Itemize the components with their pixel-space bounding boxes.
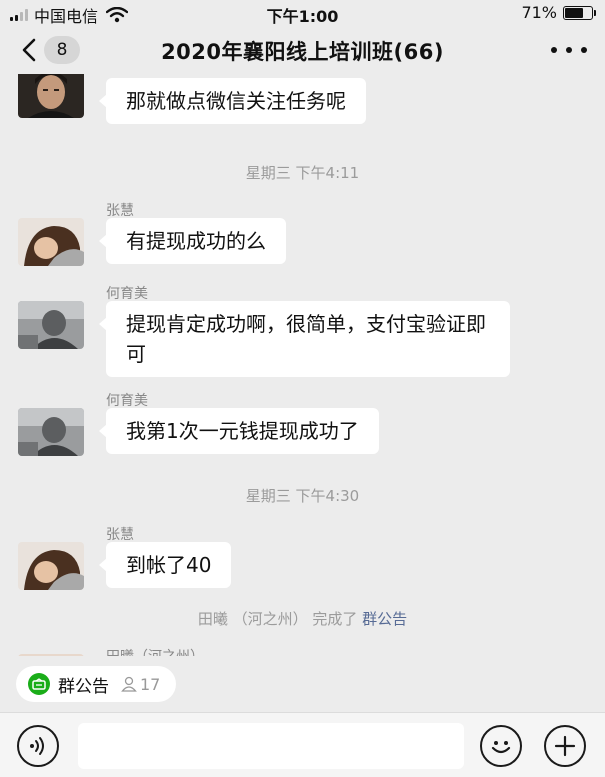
announcement-link[interactable]: 群公告	[362, 610, 407, 628]
message-bubble[interactable]: 我第1次一元钱提现成功了	[99, 408, 379, 454]
sender-name: 张慧	[106, 527, 134, 543]
smiley-icon	[491, 741, 511, 754]
message-bubble[interactable]: 到帐了40	[98, 542, 232, 588]
more-features-button[interactable]	[544, 725, 586, 767]
avatar-man-icon	[18, 74, 84, 118]
battery-icon	[563, 5, 596, 20]
battery-fill	[565, 7, 584, 18]
sender-name: 何育美	[106, 393, 148, 409]
nav-bar: 8 2020年襄阳线上培训班(66)	[0, 26, 605, 74]
avatar[interactable]	[18, 74, 84, 118]
sender-name: 何育美	[106, 286, 148, 302]
message-bubble[interactable]: 那就做点微信关注任务呢	[99, 78, 366, 124]
timestamp: 星期三 下午4:11	[245, 164, 360, 182]
avatar[interactable]	[18, 654, 84, 656]
battery-area: 71%	[521, 3, 596, 22]
avatar-grey-icon	[18, 301, 84, 349]
dot-icon	[551, 47, 557, 53]
plus-icon	[554, 735, 576, 757]
chat-title: 2020年襄阳线上培训班(66)	[161, 40, 444, 64]
announcement-icon	[28, 673, 50, 695]
avatar[interactable]	[18, 408, 84, 456]
avatar[interactable]	[18, 301, 84, 349]
avatar-woman-icon	[18, 542, 84, 590]
message-list[interactable]: 那就做点微信关注任务呢 星期三 下午4:11 张慧 有提现成功的么 何育美 提现…	[0, 74, 605, 656]
system-message: 田曦 （河之州） 完成了 群公告	[0, 608, 605, 629]
dot-icon	[581, 47, 587, 53]
avatar-woman-icon	[18, 218, 84, 266]
person-icon	[121, 676, 137, 692]
message-bubble[interactable]: 提现肯定成功啊，很简单，支付宝验证即可	[99, 301, 510, 377]
message-input[interactable]	[78, 723, 464, 769]
message-bubble[interactable]: 有提现成功的么	[99, 218, 286, 264]
group-announcement-chip[interactable]: 群公告 17	[16, 666, 177, 702]
timestamp: 星期三 下午4:30	[245, 487, 360, 505]
avatar-grey-icon	[18, 408, 84, 456]
system-message-text: 田曦 （河之州） 完成了	[197, 610, 358, 628]
sender-name: 田曦（河之州）	[106, 646, 204, 656]
battery-percent: 71%	[521, 3, 557, 22]
status-bar: 中国电信 下午1:00 71%	[0, 0, 605, 26]
more-options-button[interactable]	[551, 38, 587, 62]
member-count: 17	[140, 674, 161, 694]
emoji-button[interactable]	[480, 725, 522, 767]
voice-icon	[30, 737, 44, 755]
input-bar	[0, 712, 605, 777]
avatar[interactable]	[18, 218, 84, 266]
voice-button[interactable]	[17, 725, 59, 767]
avatar[interactable]	[18, 542, 84, 590]
clock: 下午1:00	[266, 7, 339, 26]
dot-icon	[566, 47, 572, 53]
announcement-label: 群公告	[58, 676, 109, 697]
sender-name: 张慧	[106, 203, 134, 219]
